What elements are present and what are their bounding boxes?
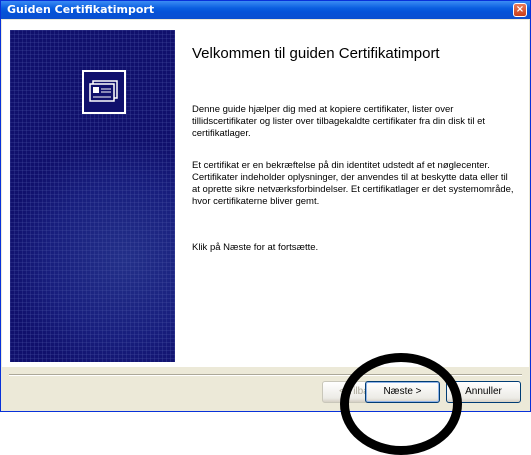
intro-paragraph: Denne guide hjælper dig med at kopiere c…	[192, 104, 486, 139]
certificate-icon	[82, 70, 126, 114]
title-bar[interactable]: Guiden Certifikatimport ×	[1, 1, 530, 19]
continue-instruction: Klik på Næste for at fortsætte.	[192, 242, 319, 253]
wizard-content: Velkommen til guiden Certifikatimport De…	[2, 20, 529, 367]
wizard-heading: Velkommen til guiden Certifikatimport	[192, 45, 440, 62]
certificate-description: Et certifikat er en bekræftelse på din i…	[192, 160, 514, 207]
wizard-window: Guiden Certifikatimport × Velkommen til …	[0, 0, 531, 412]
highlight-circle	[340, 353, 462, 455]
window-title: Guiden Certifikatimport	[7, 3, 155, 16]
wizard-side-panel	[10, 30, 175, 362]
close-button[interactable]: ×	[513, 3, 527, 17]
